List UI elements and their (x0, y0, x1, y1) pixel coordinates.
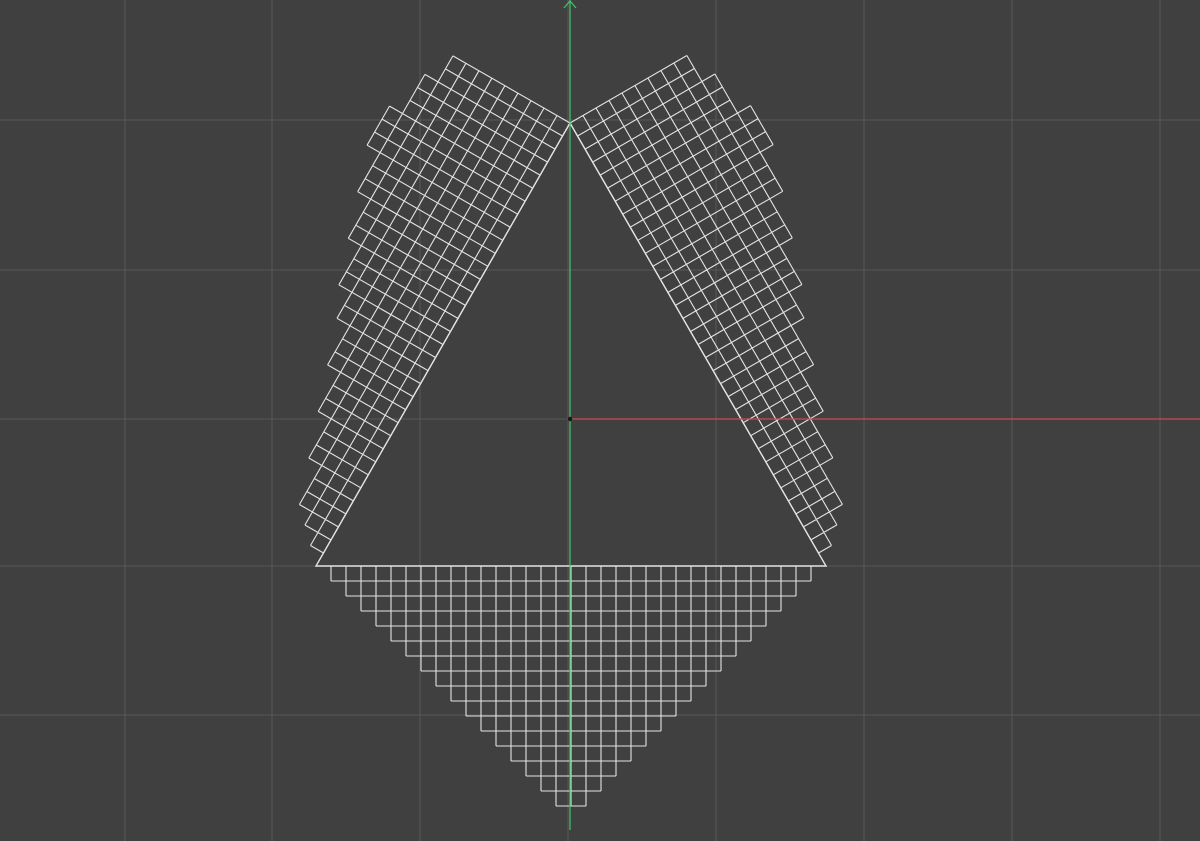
3d-viewport[interactable] (0, 0, 1200, 841)
mesh-top-right-panel-grid-lines (569, 55, 843, 554)
origin-marker-icon (567, 416, 573, 422)
background-grid (0, 0, 1200, 841)
mesh-top-left-panel-grid-lines (298, 55, 571, 554)
mesh-top-left-panel[interactable] (298, 55, 571, 554)
mesh-wireframe[interactable] (298, 55, 843, 807)
mesh-top-right-panel[interactable] (569, 55, 843, 554)
mesh-bottom-panel[interactable] (330, 565, 812, 807)
axis-gizmo (563, 0, 1200, 830)
mesh-bottom-panel-grid-lines (330, 565, 812, 807)
viewport-canvas[interactable] (0, 0, 1200, 841)
